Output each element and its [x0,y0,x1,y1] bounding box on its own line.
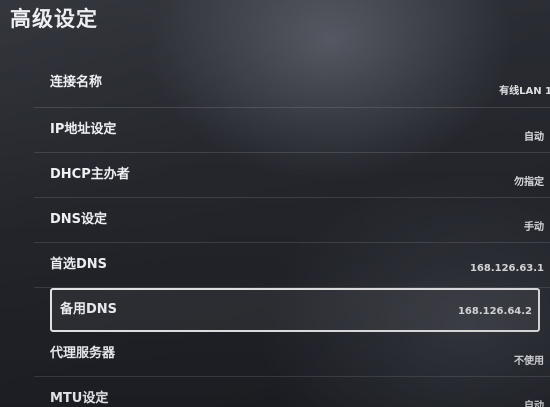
setting-value: 自动 [524,401,544,407]
setting-label: DNS设定 [50,212,108,227]
setting-row-ip-address[interactable]: IP地址设定 自动 [34,108,550,153]
setting-row-proxy-server[interactable]: 代理服务器 不使用 [34,332,550,377]
setting-row-primary-dns[interactable]: 首选DNS 168.126.63.1 [34,243,550,288]
setting-row-connection-name[interactable]: 连接名称 有线LAN 1 [34,61,550,108]
settings-list: 连接名称 有线LAN 1 IP地址设定 自动 DHCP主办者 勿指定 DNS设定… [34,61,550,407]
setting-value: 168.126.64.2 [457,306,532,317]
page-title: 高级设定 [10,7,98,31]
setting-label: 首选DNS [50,257,108,272]
setting-row-mtu[interactable]: MTU设定 自动 [34,377,550,407]
setting-label: DHCP主办者 [50,167,130,182]
setting-label: 连接名称 [50,75,103,90]
setting-row-dns-settings[interactable]: DNS设定 手动 [34,198,550,243]
setting-value: 自动 [524,132,544,143]
setting-label: 备用DNS [60,302,118,317]
setting-value: 手动 [524,222,544,233]
setting-label: IP地址设定 [50,122,117,137]
setting-value: 168.126.63.1 [469,263,544,274]
setting-value: 不使用 [514,356,544,367]
settings-screen: 高级设定 连接名称 有线LAN 1 IP地址设定 自动 DHCP主办者 勿指定 … [0,0,550,407]
setting-value: 勿指定 [514,177,544,188]
setting-label: MTU设定 [50,391,109,406]
setting-label: 代理服务器 [50,346,116,361]
setting-row-dhcp-host[interactable]: DHCP主办者 勿指定 [34,153,550,198]
setting-value: 有线LAN 1 [499,86,550,97]
setting-row-secondary-dns[interactable]: 备用DNS 168.126.64.2 [50,288,540,332]
